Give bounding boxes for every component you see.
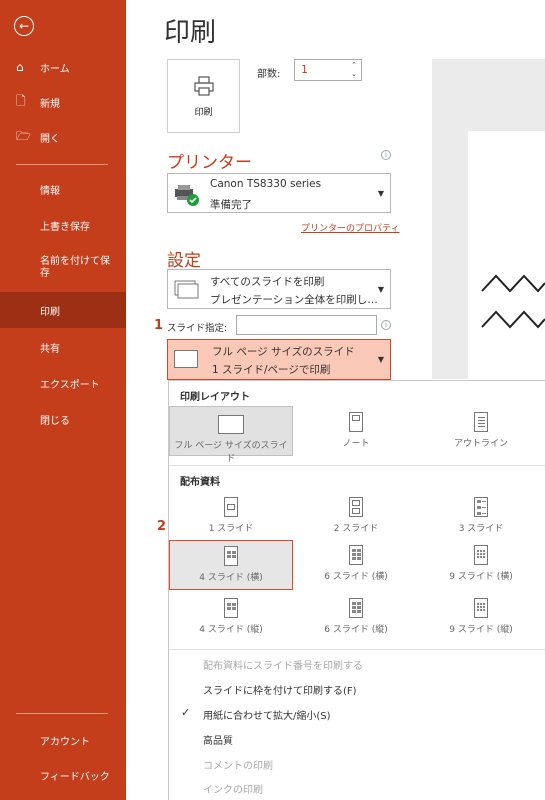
handout-2-icon [349,497,363,517]
full-page-slide-icon [218,415,244,434]
handout-3-slides[interactable]: 3 スライド [419,493,543,541]
settings-heading: 設定 [167,251,201,271]
notes-page-icon [349,412,363,432]
sidebar-item-account[interactable]: アカウント [0,728,126,752]
handout-4-slides-horizontal[interactable]: 4 スライド (横) [169,540,293,590]
sidebar-item-export[interactable]: エクスポート [0,371,126,395]
printer-status: 準備完了 [210,199,252,211]
page-title: 印刷 [164,18,217,48]
handout-9v-icon [474,598,488,618]
new-file-icon: 🗋 [16,93,26,108]
handout-6v-icon [349,598,363,618]
menu-high-quality[interactable]: 高品質 [203,732,233,747]
sidebar-divider [16,713,108,714]
print-button-label: 印刷 [194,107,213,118]
layout-line1: フル ページ サイズのスライド [212,346,355,358]
handout-4-slides-vertical[interactable]: 4 スライド (縦) [169,593,293,643]
sidebar-item-print[interactable]: 印刷 [0,292,126,328]
dropdown-arrow-icon: ▼ [377,189,384,198]
sidebar-item-new[interactable]: 🗋 新規 [0,91,126,113]
slides-stack-icon [174,280,199,299]
handout-2-slides[interactable]: 2 スライド [294,493,418,541]
printer-properties-link[interactable]: プリンターのプロパティ [301,221,399,234]
slides-range-line2: プレゼンテーション全体を印刷し… [210,294,378,306]
backstage-sidebar: ← ⌂ ホーム 🗋 新規 🗁 開く 情報 上書き保存 名前を付けて保存 印刷 共… [0,0,126,800]
sidebar-item-feedback[interactable]: フィードバック [0,763,126,787]
menu-print-ink[interactable]: インクの印刷 [203,781,263,796]
layout-option-outline[interactable]: アウトライン [419,406,543,456]
menu-scale-to-fit[interactable]: 用紙に合わせて拡大/縮小(S) [203,707,331,722]
handout-9h-icon [474,545,488,565]
panel-divider [169,465,545,466]
layout-option-full-page[interactable]: フル ページ サイズのスライド [169,406,293,464]
dropdown-arrow-icon: ▼ [377,355,384,364]
handout-4v-icon [224,598,238,618]
printer-heading: プリンター [167,153,252,173]
info-icon[interactable]: i [381,150,391,160]
full-page-slide-icon [174,350,198,368]
handout-6h-icon [349,545,363,565]
sidebar-divider [16,164,108,165]
print-button[interactable]: 印刷 [167,59,240,133]
open-folder-icon: 🗁 [16,128,31,143]
step-marker-1: 1 [154,318,164,333]
step-marker-2: 2 [157,519,167,534]
handout-6-slides-vertical[interactable]: 6 スライド (縦) [294,593,418,643]
sidebar-item-close[interactable]: 閉じる [0,407,126,431]
handouts-title: 配布資料 [180,477,220,488]
sidebar-item-save[interactable]: 上書き保存 [0,213,126,237]
sidebar-item-share[interactable]: 共有 [0,335,126,359]
slides-range-dropdown[interactable]: すべてのスライドを印刷 プレゼンテーション全体を印刷し… ▼ [167,269,391,309]
home-icon: ⌂ [16,60,24,74]
copies-value: 1 [301,63,308,76]
sidebar-item-info[interactable]: 情報 [0,177,126,201]
handout-6-slides-horizontal[interactable]: 6 スライド (横) [294,540,418,590]
menu-frame-slides[interactable]: スライドに枠を付けて印刷する(F) [203,682,357,697]
panel-divider [169,649,545,650]
layout-option-notes[interactable]: ノート [294,406,418,456]
handout-1-slide[interactable]: 1 スライド [169,493,293,541]
back-arrow-icon[interactable]: ← [14,16,34,36]
printer-name: Canon TS8330 series [210,178,322,190]
info-icon[interactable]: i [381,320,391,330]
print-preview-page [468,131,545,381]
handout-4h-icon [224,546,238,566]
sidebar-item-home[interactable]: ⌂ ホーム [0,56,126,78]
print-layout-title: 印刷レイアウト [180,392,250,403]
slide-specify-label: スライド指定: [167,323,228,334]
preview-zigzag-graphic [481,274,545,329]
slide-specify-input[interactable] [236,315,377,335]
handout-1-icon [224,497,238,517]
print-layout-panel: 印刷レイアウト フル ページ サイズのスライド ノート アウトライン 配布資料 … [157,380,545,800]
copies-spinner[interactable]: 1 ⌃ ⌄ [294,59,362,81]
printer-dropdown[interactable]: Canon TS8330 series 準備完了 ▼ [167,173,391,213]
checkmark-icon: ✓ [181,706,191,719]
handout-9-slides-horizontal[interactable]: 9 スライド (横) [419,540,543,590]
layout-line2: 1 スライド/ページで印刷 [212,364,331,376]
printer-icon [193,75,214,96]
handout-3-icon [474,497,488,517]
slides-range-line1: すべてのスライドを印刷 [210,276,325,288]
spinner-arrows-icon[interactable]: ⌃ ⌄ [351,61,357,79]
dropdown-arrow-icon: ▼ [377,285,384,294]
handout-9-slides-vertical[interactable]: 9 スライド (縦) [419,593,543,643]
printer-status-icon [175,185,199,206]
copies-label: 部数: [257,69,281,80]
menu-print-slide-numbers[interactable]: 配布資料にスライド番号を印刷する [203,657,363,672]
menu-print-comments[interactable]: コメントの印刷 [203,757,273,772]
sidebar-item-save-as[interactable]: 名前を付けて保存 [0,250,126,286]
outline-page-icon [474,412,488,432]
sidebar-item-open[interactable]: 🗁 開く [0,126,126,148]
print-layout-dropdown[interactable]: フル ページ サイズのスライド 1 スライド/ページで印刷 ▼ [167,339,391,380]
